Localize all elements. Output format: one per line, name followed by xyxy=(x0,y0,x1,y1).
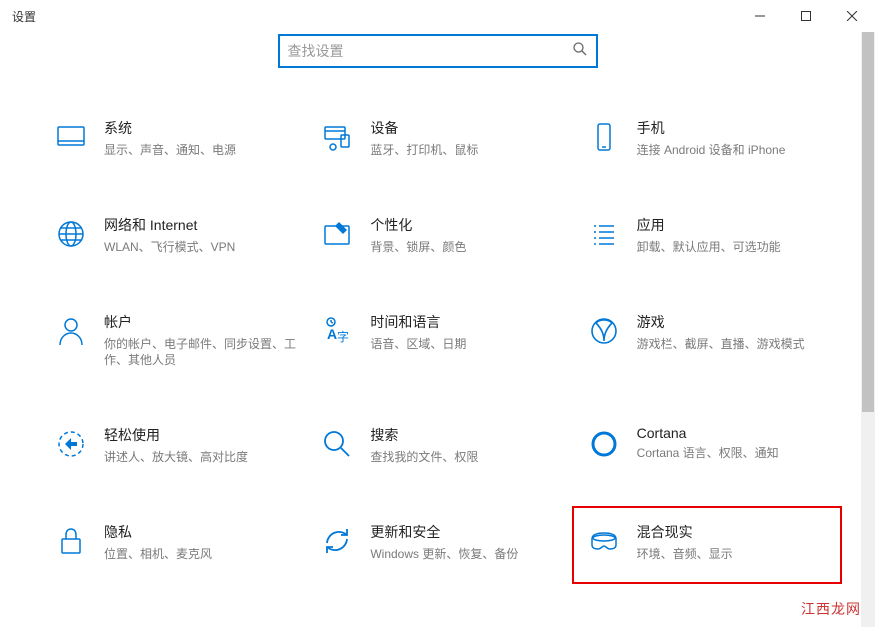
categories-grid: 系统显示、声音、通知、电源 设备蓝牙、打印机、鼠标 手机连接 Android 设… xyxy=(0,116,875,565)
category-phone[interactable]: 手机连接 Android 设备和 iPhone xyxy=(585,116,835,161)
category-time-language[interactable]: A字 时间和语言语音、区域、日期 xyxy=(318,310,568,372)
category-title: 帐户 xyxy=(104,312,300,332)
category-desc: 环境、音频、显示 xyxy=(637,546,833,563)
category-title: 系统 xyxy=(104,118,300,138)
category-cortana[interactable]: Cortana Cortana 语言、权限、通知 xyxy=(585,423,835,468)
mixed-reality-icon xyxy=(587,524,621,558)
search-category-icon xyxy=(320,427,354,461)
category-desc: 语音、区域、日期 xyxy=(370,336,566,353)
vertical-scrollbar[interactable] xyxy=(861,32,875,627)
person-icon xyxy=(54,314,88,348)
search-icon[interactable] xyxy=(572,41,588,62)
category-accounts[interactable]: 帐户你的帐户、电子邮件、同步设置、工作、其他人员 xyxy=(52,310,302,372)
titlebar: 设置 xyxy=(0,0,875,32)
category-title: 个性化 xyxy=(370,215,566,235)
phone-icon xyxy=(587,120,621,154)
category-desc: 卸载、默认应用、可选功能 xyxy=(637,239,833,256)
category-personalization[interactable]: 个性化背景、锁屏、颜色 xyxy=(318,213,568,258)
svg-text:A: A xyxy=(327,326,337,342)
category-title: 搜索 xyxy=(370,425,566,445)
category-title: 手机 xyxy=(637,118,833,138)
apps-icon xyxy=(587,217,621,251)
category-desc: Cortana 语言、权限、通知 xyxy=(637,445,833,462)
devices-icon xyxy=(320,120,354,154)
category-title: 更新和安全 xyxy=(370,522,566,542)
category-desc: 位置、相机、麦克风 xyxy=(104,546,300,563)
ease-icon xyxy=(54,427,88,461)
system-icon xyxy=(54,120,88,154)
category-desc: Windows 更新、恢复、备份 xyxy=(370,546,566,563)
category-title: 混合现实 xyxy=(637,522,833,542)
update-icon xyxy=(320,524,354,558)
search-box[interactable] xyxy=(278,34,598,68)
personalization-icon xyxy=(320,217,354,251)
category-privacy[interactable]: 隐私位置、相机、麦克风 xyxy=(52,520,302,565)
watermark-text: 江西龙网 xyxy=(801,599,861,619)
category-desc: 蓝牙、打印机、鼠标 xyxy=(370,142,566,159)
category-title: 轻松使用 xyxy=(104,425,300,445)
lock-icon xyxy=(54,524,88,558)
category-desc: 查找我的文件、权限 xyxy=(370,449,566,466)
category-title: 游戏 xyxy=(637,312,833,332)
xbox-icon xyxy=(587,314,621,348)
category-desc: 连接 Android 设备和 iPhone xyxy=(637,142,833,159)
search-input[interactable] xyxy=(288,43,572,59)
category-title: 隐私 xyxy=(104,522,300,542)
maximize-button[interactable] xyxy=(783,0,829,32)
category-title: 时间和语言 xyxy=(370,312,566,332)
cortana-icon xyxy=(587,427,621,461)
globe-icon xyxy=(54,217,88,251)
window-controls xyxy=(737,0,875,32)
window-title: 设置 xyxy=(12,8,36,25)
minimize-button[interactable] xyxy=(737,0,783,32)
time-language-icon: A字 xyxy=(320,314,354,348)
scrollbar-thumb[interactable] xyxy=(862,32,874,412)
category-search[interactable]: 搜索查找我的文件、权限 xyxy=(318,423,568,468)
category-desc: 讲述人、放大镜、高对比度 xyxy=(104,449,300,466)
category-desc: WLAN、飞行模式、VPN xyxy=(104,239,300,256)
category-title: 设备 xyxy=(370,118,566,138)
close-button[interactable] xyxy=(829,0,875,32)
category-system[interactable]: 系统显示、声音、通知、电源 xyxy=(52,116,302,161)
search-container xyxy=(0,34,875,68)
category-update[interactable]: 更新和安全 Windows 更新、恢复、备份 xyxy=(318,520,568,565)
svg-text:字: 字 xyxy=(337,329,349,344)
category-gaming[interactable]: 游戏游戏栏、截屏、直播、游戏模式 xyxy=(585,310,835,372)
category-apps[interactable]: 应用卸载、默认应用、可选功能 xyxy=(585,213,835,258)
category-title: 应用 xyxy=(637,215,833,235)
category-desc: 你的帐户、电子邮件、同步设置、工作、其他人员 xyxy=(104,336,300,370)
category-mixed-reality[interactable]: 混合现实环境、音频、显示 xyxy=(585,520,835,565)
category-devices[interactable]: 设备蓝牙、打印机、鼠标 xyxy=(318,116,568,161)
category-desc: 背景、锁屏、颜色 xyxy=(370,239,566,256)
category-desc: 游戏栏、截屏、直播、游戏模式 xyxy=(637,336,833,353)
category-ease-of-access[interactable]: 轻松使用讲述人、放大镜、高对比度 xyxy=(52,423,302,468)
category-desc: 显示、声音、通知、电源 xyxy=(104,142,300,159)
category-title: Cortana xyxy=(637,425,833,441)
category-network[interactable]: 网络和 Internet WLAN、飞行模式、VPN xyxy=(52,213,302,258)
category-title: 网络和 Internet xyxy=(104,215,300,235)
